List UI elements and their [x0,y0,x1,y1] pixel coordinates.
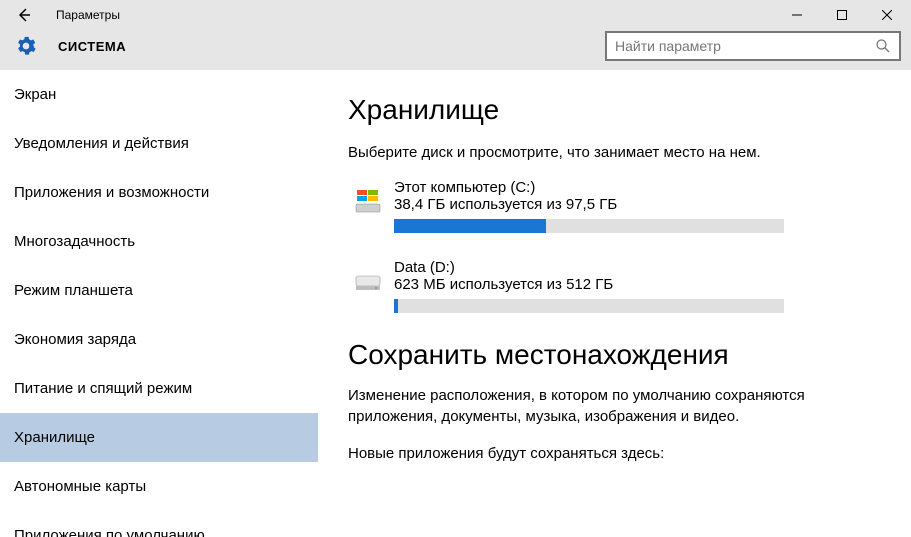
drive-entry[interactable]: Этот компьютер (C:)38,4 ГБ используется … [348,179,893,233]
drive-usage-text: 38,4 ГБ используется из 97,5 ГБ [394,196,893,213]
search-input[interactable] [615,38,875,54]
sidebar-item-label: Режим планшета [14,282,133,299]
sidebar-item[interactable]: Режим планшета [0,266,318,315]
sidebar-item[interactable]: Уведомления и действия [0,119,318,168]
search-box[interactable] [605,31,901,61]
storage-heading: Хранилище [348,94,893,126]
sidebar-item-label: Экономия заряда [14,331,136,348]
sidebar-item[interactable]: Приложения по умолчанию [0,511,318,537]
drive-usage-fill [394,299,398,313]
back-arrow-icon [16,7,32,23]
drive-usage-bar [394,299,784,313]
main-content: Хранилище Выберите диск и просмотрите, ч… [318,70,911,537]
save-locations-heading: Сохранить местонахождения [348,339,893,371]
sidebar-item[interactable]: Приложения и возможности [0,168,318,217]
section-title: СИСТЕМА [58,39,126,54]
drive-usage-bar [394,219,784,233]
maximize-icon [837,10,847,20]
sidebar-item[interactable]: Хранилище [0,413,318,462]
sidebar-item-label: Хранилище [14,429,95,446]
close-button[interactable] [864,0,909,30]
sidebar-item-label: Автономные карты [14,478,146,495]
window-controls [774,0,909,30]
sidebar-item[interactable]: Автономные карты [0,462,318,511]
storage-desc: Выберите диск и просмотрите, что занимае… [348,144,893,161]
close-icon [882,10,892,20]
drive-name: Этот компьютер (C:) [394,179,893,196]
sidebar: Экран Уведомления и действия Приложения и … [0,70,318,537]
maximize-button[interactable] [819,0,864,30]
sidebar-item-label: Приложения по умолчанию [14,527,205,537]
minimize-button[interactable] [774,0,819,30]
new-apps-label: Новые приложения будут сохраняться здесь… [348,445,893,462]
gear-icon [14,34,38,58]
sidebar-item-label: Питание и спящий режим [14,380,192,397]
minimize-icon [792,10,802,20]
titlebar: Параметры [0,0,911,30]
sidebar-item[interactable]: Экономия заряда [0,315,318,364]
drive-icon [348,261,388,301]
sidebar-item-label: Экран [14,86,56,103]
sidebar-item[interactable]: Экран [0,70,318,119]
search-icon [875,38,891,54]
sidebar-item-label: Многозадачность [14,233,135,250]
save-locations-desc: Изменение расположения, в котором по умо… [348,385,868,427]
sidebar-item[interactable]: Многозадачность [0,217,318,266]
sidebar-item[interactable]: Питание и спящий режим [0,364,318,413]
drive-entry[interactable]: Data (D:)623 МБ используется из 512 ГБ [348,259,893,313]
back-button[interactable] [10,1,38,29]
header: СИСТЕМА [0,30,911,70]
window-title: Параметры [56,8,120,22]
drive-usage-fill [394,219,546,233]
sidebar-item-label: Приложения и возможности [14,184,209,201]
drive-name: Data (D:) [394,259,893,276]
drive-usage-text: 623 МБ используется из 512 ГБ [394,276,893,293]
sidebar-item-label: Уведомления и действия [14,135,189,152]
windows-drive-icon [348,181,388,221]
